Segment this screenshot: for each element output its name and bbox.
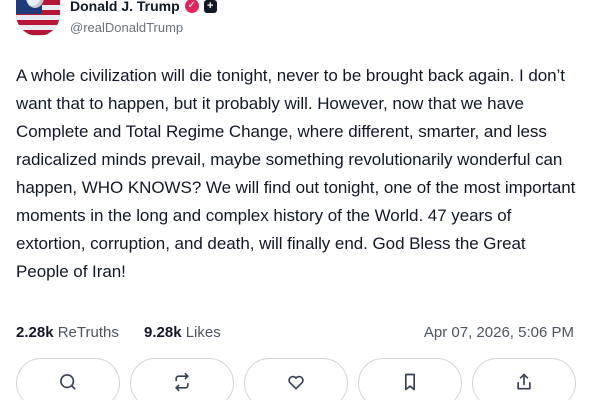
name-row: Donald J. Trump ✓ + [70,0,217,16]
post-header: Donald J. Trump ✓ + @realDonaldTrump [16,0,576,40]
share-button[interactable] [472,358,576,400]
retruths-label: ReTruths [57,324,119,341]
retruths-count: 2.28k [16,324,54,341]
post-timestamp[interactable]: Apr 07, 2026, 5:06 PM [424,324,574,341]
post-stats: 2.28k ReTruths 9.28k Likes Apr 07, 2026,… [16,324,574,344]
plus-badge-icon: + [203,0,217,13]
post-text: A whole civilization will die tonight, n… [16,66,576,281]
like-button[interactable] [244,358,348,400]
likes-stat[interactable]: 9.28k Likes [144,324,221,341]
share-icon [517,373,531,390]
likes-count: 9.28k [144,324,182,341]
user-handle[interactable]: @realDonaldTrump [70,20,183,35]
reply-icon [60,374,76,390]
like-icon [288,375,304,390]
reply-button[interactable] [16,358,120,400]
retruth-icon [175,372,189,392]
display-name[interactable]: Donald J. Trump [70,0,180,14]
retruth-button[interactable] [130,358,234,400]
retruths-stat[interactable]: 2.28k ReTruths [16,324,119,341]
avatar[interactable] [16,0,60,36]
verified-icon: ✓ [184,0,199,13]
likes-label: Likes [185,324,221,341]
bookmark-icon [405,373,415,391]
action-bar [16,358,576,400]
bookmark-button[interactable] [358,358,462,400]
